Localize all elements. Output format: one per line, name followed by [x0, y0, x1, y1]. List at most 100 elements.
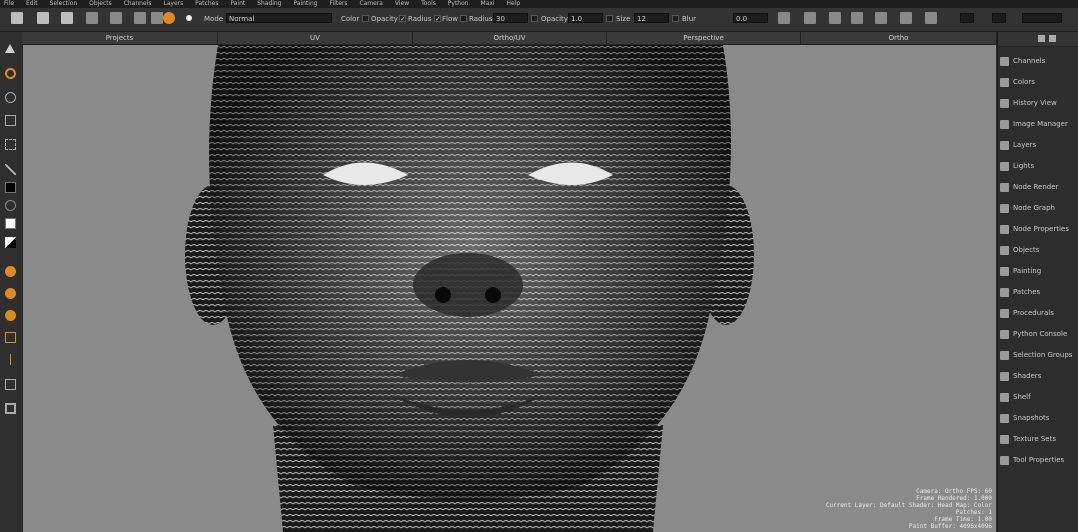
- menu-help[interactable]: Help: [507, 0, 521, 8]
- eyedropper-icon[interactable]: [5, 164, 16, 175]
- background-color-swatch[interactable]: [5, 218, 16, 229]
- tab-ortho[interactable]: Ortho: [801, 32, 997, 44]
- frame-icon[interactable]: [5, 403, 16, 414]
- close-file-icon[interactable]: [37, 12, 49, 24]
- panel-item-node-properties[interactable]: Node Properties: [1000, 220, 1078, 238]
- panel-item-patches[interactable]: Patches: [1000, 283, 1078, 301]
- panel-item-colors[interactable]: Colors: [1000, 73, 1078, 91]
- stats-line: Patches: 1: [955, 509, 992, 516]
- paint-icon[interactable]: [5, 68, 16, 79]
- size-field[interactable]: 12: [634, 13, 669, 23]
- record-icon[interactable]: [163, 12, 175, 24]
- menu-objects[interactable]: Objects: [89, 0, 112, 8]
- tab-ortho-uv[interactable]: Ortho/UV: [413, 32, 607, 44]
- panel-item-node-render[interactable]: Node Render: [1000, 178, 1078, 196]
- panel-item-texture-sets[interactable]: Texture Sets: [1000, 430, 1078, 448]
- fit-view-icon[interactable]: [5, 379, 16, 390]
- brush-preset-b-icon[interactable]: [5, 288, 16, 299]
- panel-item-layers[interactable]: Layers: [1000, 136, 1078, 154]
- video-icon[interactable]: [900, 12, 912, 24]
- menu-channels[interactable]: Channels: [124, 0, 152, 8]
- field-c[interactable]: [1022, 13, 1062, 23]
- tool-b-icon[interactable]: [151, 12, 163, 24]
- texture-sets-icon: [1000, 434, 1009, 444]
- flow-checkbox[interactable]: ✓: [434, 15, 441, 23]
- tab-uv[interactable]: UV: [218, 32, 413, 44]
- transform-tool-icon[interactable]: [5, 115, 16, 126]
- marquee-icon[interactable]: [5, 139, 16, 150]
- swap-colors-icon[interactable]: [5, 200, 16, 211]
- panel-item-node-graph[interactable]: Node Graph: [1000, 199, 1078, 217]
- panel-item-channels[interactable]: Channels: [1000, 52, 1078, 70]
- panel-item-tool-properties[interactable]: Tool Properties: [1000, 451, 1078, 469]
- menu-shading[interactable]: Shading: [257, 0, 281, 8]
- radius-checkbox[interactable]: ✓: [399, 15, 406, 23]
- menu-edit[interactable]: Edit: [26, 0, 38, 8]
- radius-lock-checkbox[interactable]: [460, 15, 467, 22]
- field-b[interactable]: [992, 13, 1006, 23]
- menu-camera[interactable]: Camera: [359, 0, 383, 8]
- panel-item-procedurals[interactable]: Procedurals: [1000, 304, 1078, 322]
- panel-item-objects[interactable]: Objects: [1000, 241, 1078, 259]
- panel-item-lights[interactable]: Lights: [1000, 157, 1078, 175]
- tool-d-icon[interactable]: [804, 12, 816, 24]
- grid-icon[interactable]: [851, 12, 863, 24]
- menu-python[interactable]: Python: [448, 0, 469, 8]
- light-icon[interactable]: [925, 12, 937, 24]
- opacity-checkbox[interactable]: [362, 15, 369, 22]
- brush-dot-icon[interactable]: [186, 15, 192, 21]
- tool-a-icon[interactable]: [134, 12, 146, 24]
- panel-item-shelf[interactable]: Shelf: [1000, 388, 1078, 406]
- brush-preset-c-icon[interactable]: [5, 310, 16, 321]
- menu-layers[interactable]: Layers: [163, 0, 183, 8]
- tab-perspective[interactable]: Perspective: [607, 32, 801, 44]
- panel-item-image-manager[interactable]: Image Manager: [1000, 115, 1078, 133]
- camera-icon[interactable]: [829, 12, 841, 24]
- menu-paint[interactable]: Paint: [230, 0, 245, 8]
- head-model[interactable]: [23, 45, 996, 532]
- menu-filters[interactable]: Filters: [330, 0, 348, 8]
- field-a[interactable]: [960, 13, 974, 23]
- menu-tools[interactable]: Tools: [421, 0, 436, 8]
- shape-icon[interactable]: [875, 12, 887, 24]
- shaders-icon: [1000, 371, 1009, 381]
- panel-item-selection-groups[interactable]: Selection Groups: [1000, 346, 1078, 364]
- save-file-icon[interactable]: [61, 12, 73, 24]
- 3d-viewport[interactable]: Camera: Ortho FPS: 60 Frame Rendered: 1.…: [23, 45, 996, 532]
- panel-item-snapshots[interactable]: Snapshots: [1000, 409, 1078, 427]
- new-file-icon[interactable]: [11, 12, 23, 24]
- brush-preset-a-icon[interactable]: [5, 266, 16, 277]
- brush-mode-select[interactable]: Normal: [226, 13, 332, 23]
- opacity-lock-checkbox[interactable]: [531, 15, 538, 22]
- menu-maxi[interactable]: Maxi: [481, 0, 495, 8]
- foreground-color-swatch[interactable]: [5, 182, 16, 193]
- size-checkbox[interactable]: [606, 15, 613, 22]
- blur-checkbox[interactable]: [672, 15, 679, 22]
- default-colors-icon[interactable]: [5, 237, 16, 248]
- zoom-icon[interactable]: [5, 92, 16, 103]
- panel-item-label: Painting: [1013, 267, 1042, 275]
- panel-item-painting[interactable]: Painting: [1000, 262, 1078, 280]
- panel-item-history-view[interactable]: History View: [1000, 94, 1078, 112]
- transform-icon[interactable]: [110, 12, 122, 24]
- blur-field[interactable]: 0.0: [733, 13, 768, 23]
- tab-projects[interactable]: Projects: [22, 32, 218, 44]
- menu-painting[interactable]: Painting: [293, 0, 317, 8]
- pin-icon[interactable]: [86, 12, 98, 24]
- stamp-icon[interactable]: [5, 332, 16, 343]
- line-icon[interactable]: [10, 354, 11, 365]
- panel-close-icon[interactable]: [1049, 35, 1056, 42]
- tool-c-icon[interactable]: [778, 12, 790, 24]
- menu-file[interactable]: File: [4, 0, 14, 8]
- select-arrow-icon[interactable]: [5, 44, 15, 53]
- panel-item-label: Tool Properties: [1013, 456, 1065, 464]
- opacity-field[interactable]: 1.0: [568, 13, 603, 23]
- radius-field[interactable]: 30: [493, 13, 528, 23]
- panel-item-shaders[interactable]: Shaders: [1000, 367, 1078, 385]
- menu-patches[interactable]: Patches: [195, 0, 218, 8]
- panel-item-python-console[interactable]: Python Console: [1000, 325, 1078, 343]
- panel-menu-icon[interactable]: [1038, 35, 1045, 42]
- panel-item-label: Objects: [1013, 246, 1040, 254]
- menu-view[interactable]: View: [395, 0, 409, 8]
- menu-selection[interactable]: Selection: [50, 0, 78, 8]
